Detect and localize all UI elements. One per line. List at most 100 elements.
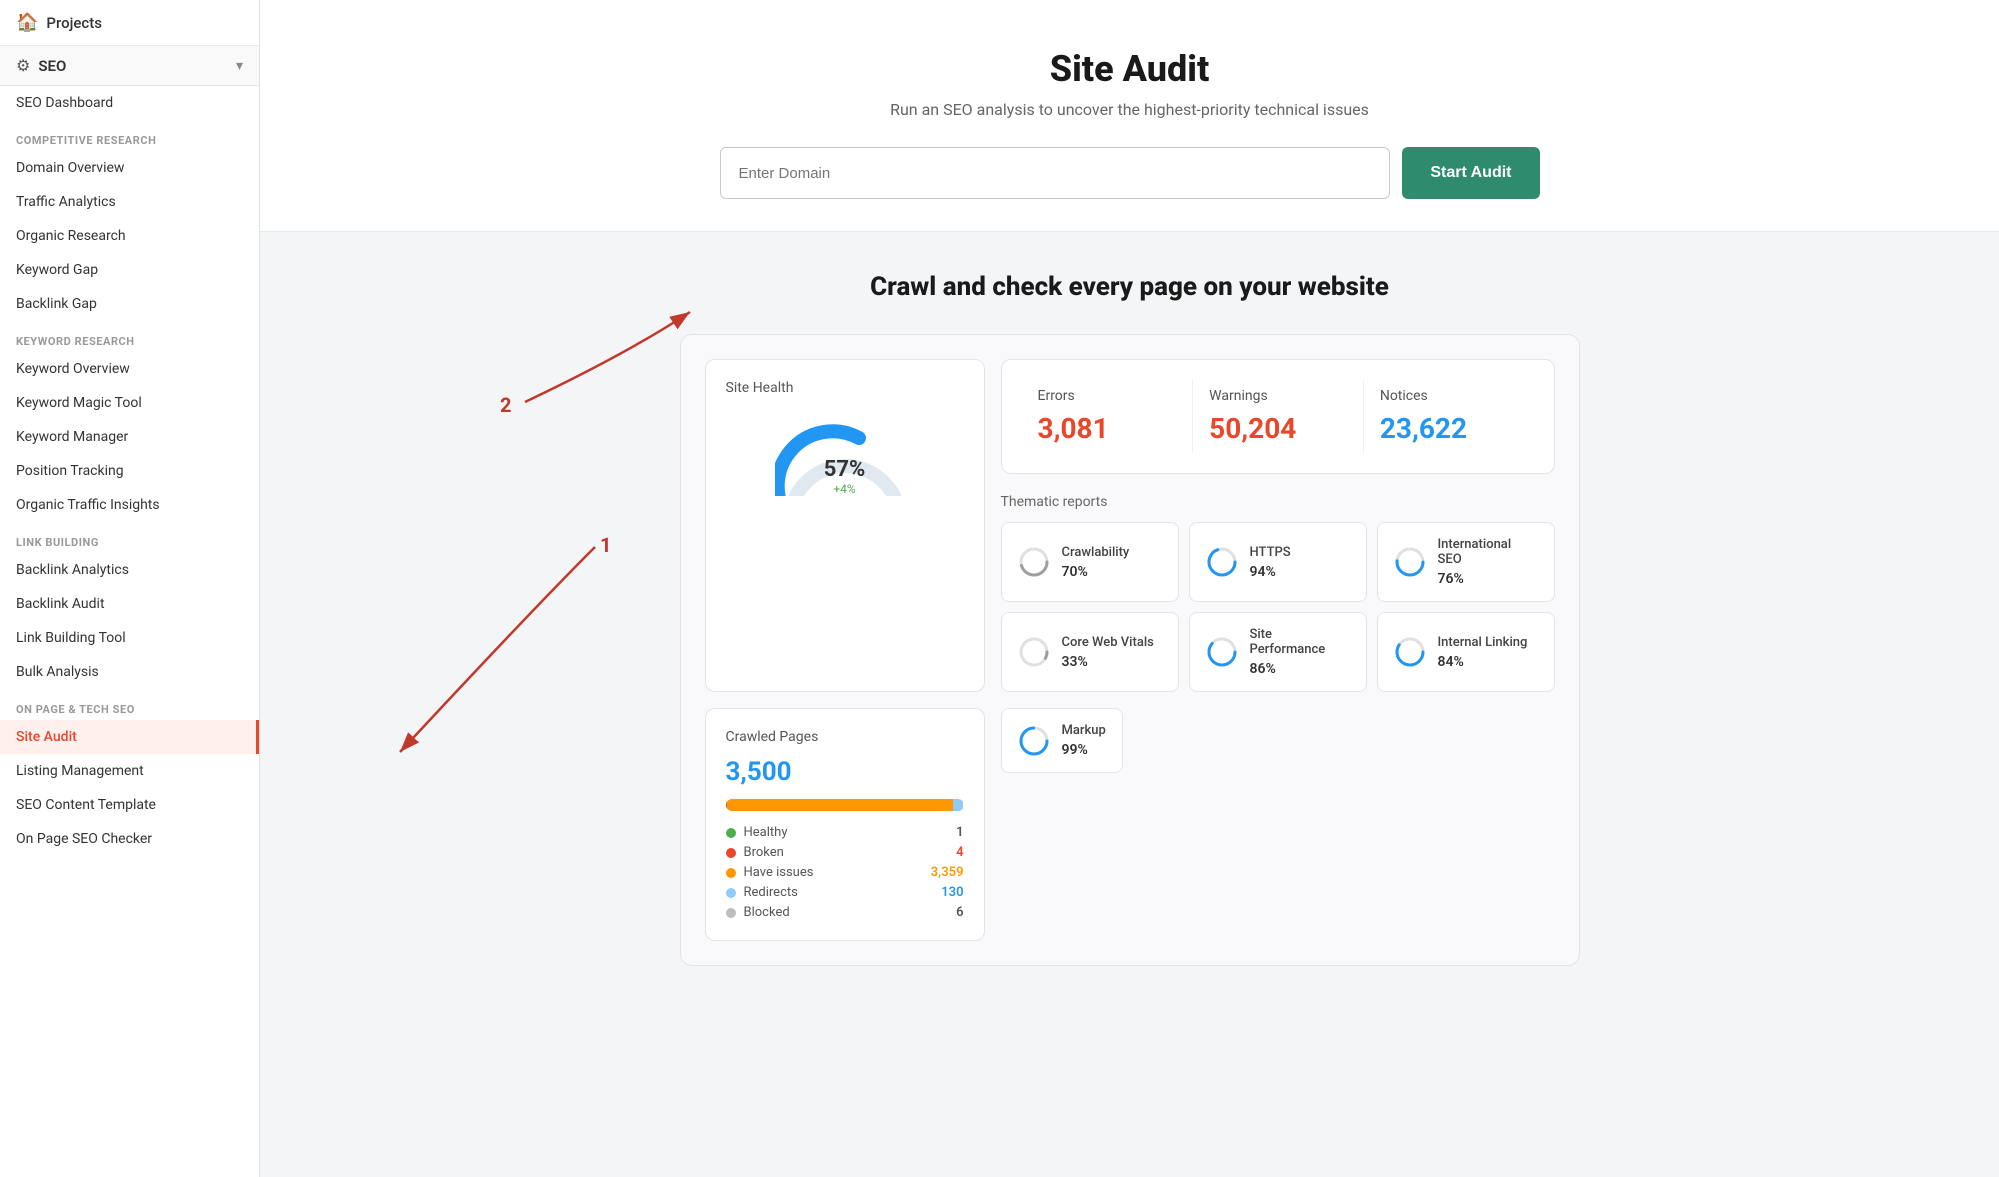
- thematic-internal-linking[interactable]: Internal Linking 84%: [1377, 612, 1555, 692]
- legend-blocked: Blocked 6: [726, 905, 964, 920]
- internal-linking-progress-icon: [1394, 636, 1426, 668]
- sidebar-item-organic-research[interactable]: Organic Research: [0, 219, 259, 253]
- svg-text:2: 2: [500, 393, 511, 417]
- sidebar: 🏠 Projects ⚙ SEO ▾ SEO Dashboard COMPETI…: [0, 0, 260, 1177]
- https-name: HTTPS: [1250, 545, 1291, 560]
- markup-progress-icon: [1018, 725, 1050, 757]
- thematic-crawlability[interactable]: Crawlability 70%: [1001, 522, 1179, 602]
- sidebar-item-keyword-manager[interactable]: Keyword Manager: [0, 420, 259, 454]
- start-audit-button[interactable]: Start Audit: [1402, 147, 1539, 199]
- hero-input-row: Start Audit: [720, 147, 1540, 199]
- content-area: 1 2 Crawl and check every page on your w…: [260, 232, 1999, 1006]
- core-web-vitals-info: Core Web Vitals 33%: [1062, 635, 1154, 670]
- legend-have-issues: Have issues 3,359: [726, 865, 964, 880]
- sidebar-item-domain-overview[interactable]: Domain Overview: [0, 151, 259, 185]
- warnings-value: 50,204: [1209, 412, 1347, 445]
- core-web-vitals-name: Core Web Vitals: [1062, 635, 1154, 650]
- internal-linking-pct: 84%: [1438, 654, 1528, 670]
- annotation-arrows: 1 2: [380, 272, 720, 966]
- sidebar-item-traffic-analytics[interactable]: Traffic Analytics: [0, 185, 259, 219]
- sidebar-item-backlink-gap[interactable]: Backlink Gap: [0, 287, 259, 321]
- sidebar-item-seo-content-template[interactable]: SEO Content Template: [0, 788, 259, 822]
- main-content: Site Audit Run an SEO analysis to uncove…: [260, 0, 1999, 1177]
- international-seo-pct: 76%: [1438, 571, 1538, 587]
- legend-healthy: Healthy 1: [726, 825, 964, 840]
- gauge-wrapper: 57% +4%: [775, 416, 915, 496]
- bottom-row: Crawled Pages 3,500 Healthy: [705, 708, 1555, 941]
- sidebar-item-site-audit[interactable]: Site Audit: [0, 720, 259, 754]
- markup-info: Markup 99%: [1062, 723, 1106, 758]
- crawlability-info: Crawlability 70%: [1062, 545, 1130, 580]
- category-keyword-research: KEYWORD RESEARCH: [0, 321, 259, 352]
- domain-input[interactable]: [720, 147, 1391, 199]
- projects-label: Projects: [46, 14, 102, 32]
- https-pct: 94%: [1250, 564, 1291, 580]
- crawled-pages-number: 3,500: [726, 757, 964, 787]
- cp-legend: Healthy 1 Broken 4 Have issues 3,359: [726, 825, 964, 920]
- hero-section: Site Audit Run an SEO analysis to uncove…: [260, 0, 1999, 232]
- core-web-vitals-progress-icon: [1018, 636, 1050, 668]
- crawlability-progress-icon: [1018, 546, 1050, 578]
- sidebar-item-bulk-analysis[interactable]: Bulk Analysis: [0, 655, 259, 689]
- seo-icon: ⚙: [16, 56, 30, 75]
- internal-linking-info: Internal Linking 84%: [1438, 635, 1528, 670]
- dashboard-container: Site Health 57%: [680, 334, 1580, 966]
- category-on-page-tech-seo: ON PAGE & TECH SEO: [0, 689, 259, 720]
- category-link-building: LINK BUILDING: [0, 522, 259, 553]
- core-web-vitals-pct: 33%: [1062, 654, 1154, 670]
- warnings-label: Warnings: [1209, 388, 1347, 404]
- errors-item: Errors 3,081: [1022, 380, 1193, 453]
- site-performance-progress-icon: [1206, 636, 1238, 668]
- sidebar-item-keyword-gap[interactable]: Keyword Gap: [0, 253, 259, 287]
- notices-value: 23,622: [1380, 412, 1518, 445]
- warnings-item: Warnings 50,204: [1192, 380, 1363, 453]
- crawl-title: Crawl and check every page on your websi…: [680, 272, 1580, 302]
- thematic-international-seo[interactable]: International SEO 76%: [1377, 522, 1555, 602]
- site-performance-name: Site Performance: [1250, 627, 1350, 657]
- internal-linking-name: Internal Linking: [1438, 635, 1528, 650]
- site-performance-pct: 86%: [1250, 661, 1350, 677]
- sidebar-item-keyword-overview[interactable]: Keyword Overview: [0, 352, 259, 386]
- sidebar-item-listing-management[interactable]: Listing Management: [0, 754, 259, 788]
- thematic-https[interactable]: HTTPS 94%: [1189, 522, 1367, 602]
- chevron-down-icon: ▾: [236, 58, 243, 74]
- international-seo-info: International SEO 76%: [1438, 537, 1538, 587]
- sidebar-item-backlink-audit[interactable]: Backlink Audit: [0, 587, 259, 621]
- thematic-site-performance[interactable]: Site Performance 86%: [1189, 612, 1367, 692]
- sidebar-item-keyword-magic-tool[interactable]: Keyword Magic Tool: [0, 386, 259, 420]
- thematic-section: Thematic reports Crawlability: [1001, 494, 1555, 692]
- notices-item: Notices 23,622: [1363, 380, 1534, 453]
- site-health-label: Site Health: [726, 380, 964, 396]
- page-title: Site Audit: [300, 48, 1959, 90]
- sidebar-item-link-building-tool[interactable]: Link Building Tool: [0, 621, 259, 655]
- top-row: Site Health 57%: [705, 359, 1555, 692]
- hero-subtitle: Run an SEO analysis to uncover the highe…: [300, 100, 1959, 119]
- errors-label: Errors: [1038, 388, 1177, 404]
- sidebar-item-position-tracking[interactable]: Position Tracking: [0, 454, 259, 488]
- sidebar-item-seo-dashboard[interactable]: SEO Dashboard: [0, 86, 259, 120]
- sidebar-item-on-page-seo-checker[interactable]: On Page SEO Checker: [0, 822, 259, 856]
- sidebar-item-organic-traffic-insights[interactable]: Organic Traffic Insights: [0, 488, 259, 522]
- legend-broken: Broken 4: [726, 845, 964, 860]
- legend-redirects: Redirects 130: [726, 885, 964, 900]
- thematic-core-web-vitals[interactable]: Core Web Vitals 33%: [1001, 612, 1179, 692]
- projects-icon: 🏠: [16, 12, 38, 33]
- seo-section[interactable]: ⚙ SEO ▾: [0, 46, 259, 86]
- markup-card[interactable]: Markup 99%: [1001, 708, 1123, 773]
- markup-pct: 99%: [1062, 742, 1106, 758]
- seo-label: SEO: [38, 57, 66, 75]
- projects-nav[interactable]: 🏠 Projects: [0, 0, 259, 46]
- crawled-pages-card: Crawled Pages 3,500 Healthy: [705, 708, 985, 941]
- notices-label: Notices: [1380, 388, 1518, 404]
- gauge-percent: 57%: [824, 457, 866, 482]
- svg-text:1: 1: [600, 533, 611, 557]
- ewn-card: Errors 3,081 Warnings 50,204 Notices 23,…: [1001, 359, 1555, 474]
- thematic-title: Thematic reports: [1001, 494, 1555, 510]
- sidebar-item-backlink-analytics[interactable]: Backlink Analytics: [0, 553, 259, 587]
- crawlability-name: Crawlability: [1062, 545, 1130, 560]
- gauge-change: +4%: [824, 482, 866, 496]
- crawlability-pct: 70%: [1062, 564, 1130, 580]
- gauge-container: 57% +4%: [726, 408, 964, 504]
- gauge-text: 57% +4%: [824, 457, 866, 496]
- thematic-grid: Crawlability 70%: [1001, 522, 1555, 692]
